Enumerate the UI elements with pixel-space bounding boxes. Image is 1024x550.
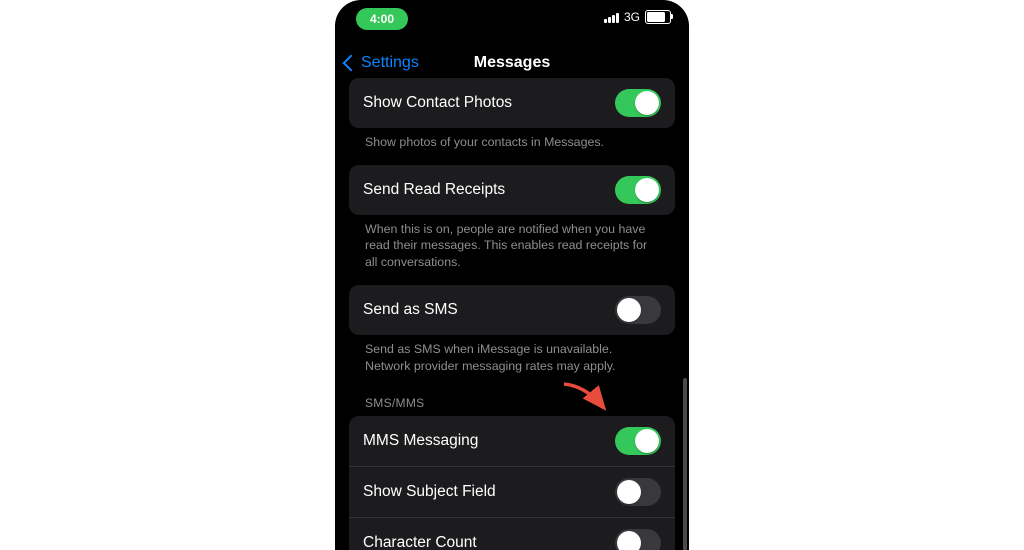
toggle-show-contact-photos[interactable] [615, 89, 661, 117]
row-label: Show Contact Photos [363, 94, 615, 112]
row-show-contact-photos[interactable]: Show Contact Photos [349, 78, 675, 128]
phone-frame: 4:00 3G Settings Messages Show Contact P… [335, 0, 689, 550]
section-header-sms-mms: SMS/MMS [349, 388, 675, 416]
row-label: Show Subject Field [363, 483, 615, 501]
status-bar: 4:00 3G [335, 8, 689, 32]
row-label: MMS Messaging [363, 432, 615, 450]
page-title: Messages [335, 54, 689, 72]
section-footer: Show photos of your contacts in Messages… [349, 128, 675, 165]
toggle-send-as-sms[interactable] [615, 296, 661, 324]
row-send-as-sms[interactable]: Send as SMS [349, 285, 675, 335]
nav-bar: Settings Messages [335, 48, 689, 78]
signal-icon [604, 12, 619, 23]
section-footer: When this is on, people are notified whe… [349, 215, 675, 285]
toggle-send-read-receipts[interactable] [615, 176, 661, 204]
settings-scroll[interactable]: Show Contact Photos Show photos of your … [335, 78, 689, 550]
section-footer: Send as SMS when iMessage is unavailable… [349, 335, 675, 388]
row-character-count[interactable]: Character Count [349, 517, 675, 550]
row-send-read-receipts[interactable]: Send Read Receipts [349, 165, 675, 215]
row-label: Character Count [363, 534, 615, 550]
time-pill: 4:00 [356, 8, 408, 30]
battery-icon [645, 10, 671, 24]
toggle-character-count[interactable] [615, 529, 661, 550]
row-mms-messaging[interactable]: MMS Messaging [349, 416, 675, 466]
row-label: Send Read Receipts [363, 181, 615, 199]
toggle-show-subject-field[interactable] [615, 478, 661, 506]
row-label: Send as SMS [363, 301, 615, 319]
scrollbar[interactable] [683, 378, 687, 550]
network-label: 3G [624, 10, 640, 24]
toggle-mms-messaging[interactable] [615, 427, 661, 455]
row-show-subject-field[interactable]: Show Subject Field [349, 466, 675, 517]
